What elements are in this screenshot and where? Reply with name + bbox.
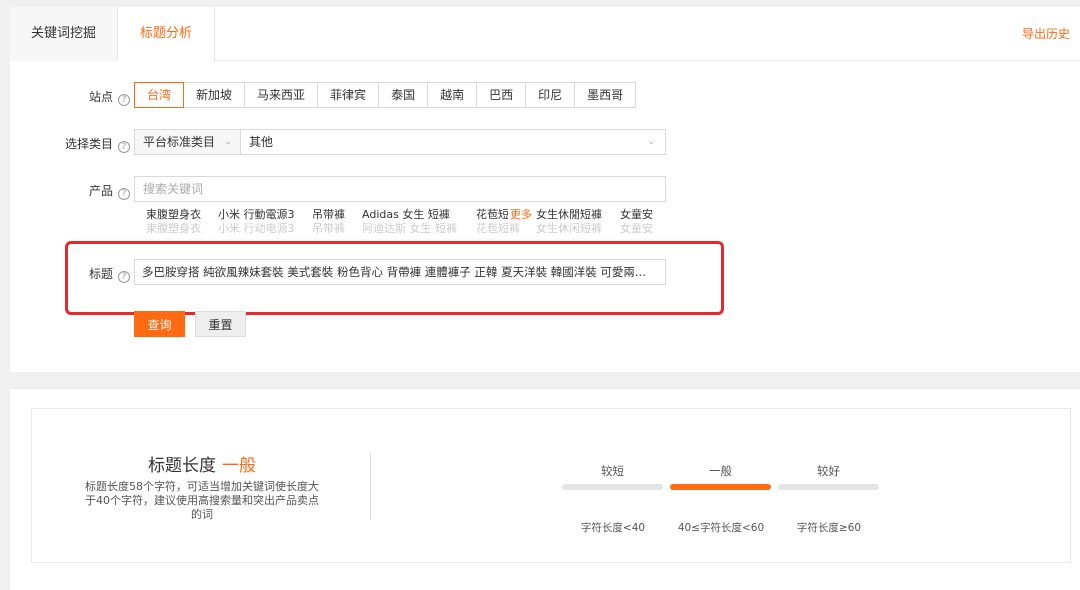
suggestion-item[interactable]: 女生休閒短褲 女生休闲短裤 bbox=[536, 208, 602, 236]
site-option-malaysia[interactable]: 马来西亚 bbox=[244, 82, 319, 108]
title-length-grade: 一般 bbox=[222, 456, 256, 476]
title-length-description: 标题长度58个字符，可适当增加关键词使长度大于40个字符，建议使用高搜索量和突出… bbox=[85, 480, 319, 521]
scale-label-good: 较好 bbox=[817, 464, 840, 478]
category-second-level-value: 其他 bbox=[249, 135, 274, 149]
scale-bar-medium bbox=[670, 484, 771, 490]
product-label: 产品? bbox=[10, 182, 130, 200]
suggestion-item[interactable]: Adidas 女生 短褲 阿迪达斯 女生 短裤 bbox=[362, 208, 457, 236]
category-first-level-value: 平台标准类目 bbox=[143, 135, 216, 149]
suggestion-sub: 花苞短裤 bbox=[476, 222, 520, 235]
category-label-text: 选择类目 bbox=[64, 137, 113, 151]
suggestion-item[interactable]: 束腹塑身衣 束腹塑身衣 bbox=[146, 208, 201, 236]
help-icon[interactable]: ? bbox=[118, 141, 130, 153]
site-option-singapore[interactable]: 新加坡 bbox=[183, 82, 246, 108]
site-label-text: 站点 bbox=[88, 90, 113, 104]
suggestion-sub: 吊带裤 bbox=[312, 222, 345, 235]
export-history-link[interactable]: 导出历史 bbox=[1022, 7, 1070, 61]
site-option-brazil[interactable]: 巴西 bbox=[476, 82, 527, 108]
category-second-level-select[interactable]: 其他 ⌄ bbox=[241, 130, 665, 154]
site-option-taiwan[interactable]: 台湾 bbox=[134, 82, 185, 108]
help-icon[interactable]: ? bbox=[118, 94, 130, 106]
site-selector: 台湾 新加坡 马来西亚 菲律宾 泰国 越南 巴西 印尼 墨西哥 bbox=[134, 82, 637, 108]
suggestion-main: Adidas 女生 短褲 bbox=[362, 208, 450, 221]
suggestion-sub: 束腹塑身衣 bbox=[146, 222, 201, 235]
site-option-thailand[interactable]: 泰国 bbox=[378, 82, 429, 108]
tab-keyword-mining[interactable]: 关键词挖掘 bbox=[10, 7, 118, 61]
help-icon[interactable]: ? bbox=[118, 271, 130, 283]
title-label: 标题? bbox=[10, 265, 130, 283]
keyword-suggestions: 束腹塑身衣 束腹塑身衣 小米 行動電源3 小米 行动电源3 吊带褲 吊带裤 Ad… bbox=[134, 208, 669, 236]
divider bbox=[370, 452, 371, 520]
result-card: 标题长度 一般 标题长度58个字符，可适当增加关键词使长度大于40个字符，建议使用… bbox=[10, 389, 1080, 590]
suggestion-sub: 女生休闲短裤 bbox=[536, 222, 602, 235]
scale-bar-short bbox=[562, 484, 663, 490]
title-length-panel: 标题长度 一般 标题长度58个字符，可适当增加关键词使长度大于40个字符，建议使用… bbox=[31, 408, 1071, 563]
scale-label-short: 较短 bbox=[601, 464, 624, 478]
tab-title-analysis[interactable]: 标题分析 bbox=[118, 7, 215, 62]
suggestion-sub: 女童安 bbox=[620, 222, 653, 235]
suggestion-item[interactable]: 小米 行動電源3 小米 行动电源3 bbox=[218, 208, 295, 236]
suggestion-main: 女童安 bbox=[620, 208, 653, 221]
suggestion-main: 女生休閒短褲 bbox=[536, 208, 602, 221]
tab-bar: 关键词挖掘 标题分析 导出历史 bbox=[10, 7, 1080, 62]
suggestion-main: 小米 行動電源3 bbox=[218, 208, 295, 221]
title-input[interactable]: 多巴胺穿搭 純欲風辣妹套裝 美式套裝 粉色背心 背帶褲 連體褲子 正韓 夏天洋裝… bbox=[134, 259, 666, 285]
suggestion-main: 束腹塑身衣 bbox=[146, 208, 201, 221]
scale-bar-good bbox=[778, 484, 879, 490]
category-first-level-select[interactable]: 平台标准类目 ⌄ bbox=[135, 130, 241, 154]
title-length-heading: 标题长度 一般 bbox=[32, 451, 372, 476]
help-icon[interactable]: ? bbox=[118, 188, 130, 200]
query-button[interactable]: 查询 bbox=[134, 311, 185, 337]
site-option-vietnam[interactable]: 越南 bbox=[427, 82, 478, 108]
more-suggestions-link[interactable]: 更多 bbox=[508, 208, 532, 222]
product-label-text: 产品 bbox=[88, 184, 113, 198]
scale-range-good: 字符长度≥60 bbox=[796, 522, 862, 534]
suggestion-item[interactable]: 吊带褲 吊带裤 bbox=[312, 208, 345, 236]
suggestion-main: 吊带褲 bbox=[312, 208, 345, 221]
chevron-down-icon: ⌄ bbox=[224, 137, 232, 147]
category-select: 平台标准类目 ⌄ 其他 ⌄ bbox=[134, 129, 666, 155]
product-search-input[interactable] bbox=[134, 176, 666, 202]
site-option-indonesia[interactable]: 印尼 bbox=[525, 82, 576, 108]
suggestion-sub: 小米 行动电源3 bbox=[218, 222, 295, 235]
site-option-philippines[interactable]: 菲律宾 bbox=[317, 82, 380, 108]
suggestion-item[interactable]: 女童安 女童安 bbox=[620, 208, 653, 236]
site-option-mexico[interactable]: 墨西哥 bbox=[574, 82, 637, 108]
category-label: 选择类目? bbox=[10, 135, 130, 153]
title-length-heading-text: 标题长度 bbox=[148, 456, 216, 476]
scale-label-medium: 一般 bbox=[709, 464, 732, 478]
suggestion-sub: 阿迪达斯 女生 短裤 bbox=[362, 222, 457, 235]
title-label-text: 标题 bbox=[88, 267, 113, 281]
reset-button[interactable]: 重置 bbox=[195, 311, 246, 337]
chevron-down-icon: ⌄ bbox=[647, 137, 655, 147]
site-label: 站点? bbox=[10, 88, 130, 106]
